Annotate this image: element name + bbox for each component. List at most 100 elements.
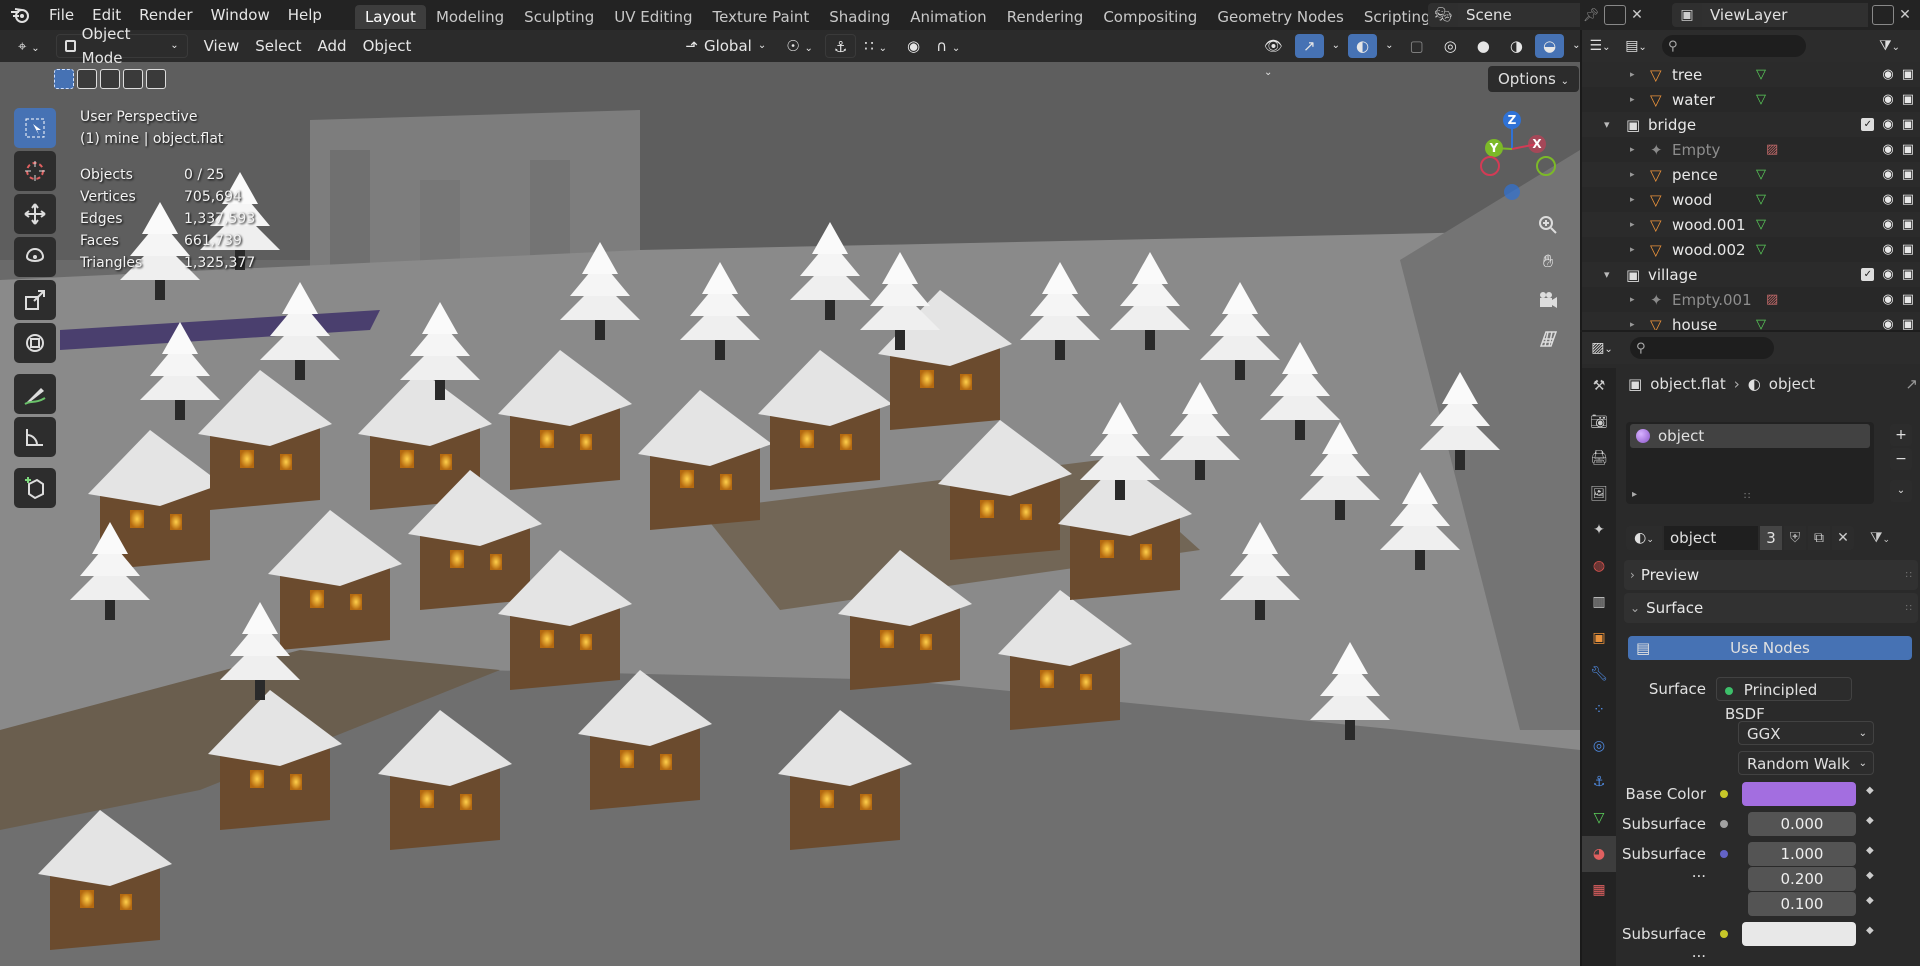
- select-box-intersect-icon[interactable]: [146, 69, 166, 89]
- remove-slot-button[interactable]: −: [1890, 448, 1912, 470]
- add-slot-button[interactable]: +: [1890, 424, 1912, 446]
- surface-panel-header[interactable]: ⌄ Surface ∷: [1624, 593, 1918, 623]
- particles-tab-icon[interactable]: ⁘: [1582, 692, 1616, 728]
- number-field[interactable]: 1.000: [1748, 842, 1856, 866]
- outliner-row-empty[interactable]: ▸ ✦ Empty ▨ ◉ ▣: [1582, 137, 1920, 162]
- pin-icon[interactable]: 📌︎: [1580, 8, 1602, 23]
- outliner-row-bridge[interactable]: ▾ ▣ bridge ✓ ◉ ▣: [1582, 112, 1920, 137]
- outliner-editor-type-icon[interactable]: ☰⌄: [1582, 38, 1618, 54]
- animate-property-icon[interactable]: ◆: [1866, 815, 1874, 826]
- eye-icon[interactable]: ◉: [1882, 192, 1893, 207]
- material-name-field[interactable]: object: [1664, 526, 1758, 550]
- mode-dropdown[interactable]: Object Mode ⌄: [55, 25, 188, 67]
- chevron-down-icon[interactable]: ▾: [1604, 118, 1610, 131]
- gizmo-toggle-icon[interactable]: ↗: [1295, 34, 1324, 58]
- new-view-layer-icon[interactable]: [1872, 5, 1894, 25]
- object-tab-icon[interactable]: ▣: [1582, 620, 1616, 656]
- tab-modeling[interactable]: Modeling: [426, 5, 514, 29]
- expand-arrow-icon[interactable]: ▸: [1630, 170, 1635, 180]
- navigation-gizmo[interactable]: Z X Y: [1462, 104, 1562, 204]
- eye-icon[interactable]: ◉: [1882, 142, 1893, 157]
- tab-sculpting[interactable]: Sculpting: [514, 5, 604, 29]
- exclude-checkbox[interactable]: ✓: [1861, 118, 1875, 131]
- xray-toggle-icon[interactable]: ▢: [1402, 34, 1432, 58]
- slot-specials-button[interactable]: ⌄: [1890, 480, 1912, 502]
- eye-icon[interactable]: ◉: [1882, 242, 1893, 257]
- number-field[interactable]: 0.000: [1748, 812, 1856, 836]
- shading-dropdown-icon[interactable]: ⌄: [1568, 34, 1584, 58]
- drag-handle-icon[interactable]: ∷: [1906, 570, 1912, 581]
- outliner-search-input[interactable]: ⚲: [1662, 35, 1806, 57]
- render-tab-icon[interactable]: 📷︎: [1582, 404, 1616, 440]
- transform-orientation-dropdown[interactable]: ⬏ Global ⌄: [677, 34, 774, 58]
- unlink-material-icon[interactable]: ✕: [1832, 526, 1854, 550]
- number-field[interactable]: 0.200: [1748, 867, 1856, 891]
- camera-icon[interactable]: ▣: [1902, 242, 1914, 257]
- delete-view-layer-icon[interactable]: ✕: [1894, 7, 1916, 23]
- cursor-tool-icon[interactable]: [14, 151, 56, 191]
- eye-icon[interactable]: ◉: [1882, 292, 1893, 307]
- snap-toggle-icon[interactable]: ⚓: [824, 34, 857, 58]
- options-dropdown[interactable]: Options ⌄: [1488, 66, 1580, 92]
- surface-shader-dropdown[interactable]: Principled BSDF: [1716, 677, 1852, 723]
- chevron-down-icon[interactable]: ▾: [1604, 268, 1610, 281]
- scale-tool-icon[interactable]: [14, 280, 56, 320]
- outliner-row-wood[interactable]: ▸ ▽ wood ▽ ◉ ▣: [1582, 187, 1920, 212]
- delete-scene-icon[interactable]: ✕: [1626, 7, 1648, 23]
- outliner-row-pence[interactable]: ▸ ▽ pence ▽ ◉ ▣: [1582, 162, 1920, 187]
- expand-arrow-icon[interactable]: ▸: [1630, 95, 1635, 105]
- expand-arrow-icon[interactable]: ▸: [1630, 220, 1635, 230]
- menu-select[interactable]: Select: [247, 34, 309, 58]
- eye-icon[interactable]: ◉: [1882, 217, 1893, 232]
- collection-tab-icon[interactable]: ▥: [1582, 584, 1616, 620]
- world-tab-icon[interactable]: ◍: [1582, 548, 1616, 584]
- expand-arrow-icon[interactable]: ▸: [1630, 70, 1635, 80]
- material-tab-icon[interactable]: ◕: [1582, 836, 1616, 872]
- expand-arrow-icon[interactable]: ▸: [1630, 295, 1635, 305]
- visibility-icon[interactable]: 👁︎ ⌄: [1256, 34, 1291, 78]
- resize-handle-icon[interactable]: ∷: [1744, 491, 1750, 502]
- camera-icon[interactable]: ▣: [1902, 192, 1914, 207]
- outliner-row-tree[interactable]: ▸ ▽ tree ▽ ◉ ▣: [1582, 62, 1920, 87]
- solid-shading-icon[interactable]: ●: [1469, 34, 1498, 58]
- user-count[interactable]: 3: [1760, 526, 1782, 550]
- overlay-toggle-icon[interactable]: ◐: [1348, 34, 1378, 58]
- overlay-dropdown-icon[interactable]: ⌄: [1381, 34, 1397, 58]
- animate-property-icon[interactable]: ◆: [1866, 925, 1874, 936]
- expand-arrow-icon[interactable]: ▸: [1630, 245, 1635, 255]
- outliner-row-house[interactable]: ▸ ▽ house ▽ ◉ ▣: [1582, 312, 1920, 330]
- scene-tab-icon[interactable]: ✦: [1582, 512, 1616, 548]
- properties-editor-type-icon[interactable]: ▨⌄: [1582, 340, 1622, 356]
- scene-name[interactable]: Scene: [1458, 3, 1580, 27]
- menu-window[interactable]: Window: [202, 0, 279, 30]
- snap-target-button[interactable]: ∷ ⌄: [856, 34, 895, 58]
- socket-dot-icon[interactable]: [1720, 790, 1728, 798]
- eye-icon[interactable]: ◉: [1882, 317, 1893, 330]
- data-tab-icon[interactable]: ▽: [1582, 800, 1616, 836]
- subsurface-method-dropdown[interactable]: Random Walk ⌄: [1738, 751, 1874, 775]
- expand-arrow-icon[interactable]: ▸: [1632, 489, 1637, 500]
- tab-compositing[interactable]: Compositing: [1093, 5, 1207, 29]
- pin-icon[interactable]: ↗: [1905, 375, 1918, 393]
- view-layer-name[interactable]: ViewLayer: [1702, 3, 1868, 27]
- view-layer-selector[interactable]: ▣ ViewLayer ✕: [1672, 3, 1916, 27]
- tab-layout[interactable]: Layout: [354, 5, 426, 29]
- new-scene-icon[interactable]: [1604, 5, 1626, 25]
- duplicate-material-icon[interactable]: ⧉: [1808, 526, 1830, 550]
- select-box-extend-icon[interactable]: [77, 69, 97, 89]
- tool-tab-icon[interactable]: ⚒: [1582, 368, 1616, 404]
- gizmo-dropdown-icon[interactable]: ⌄: [1328, 34, 1344, 58]
- blender-logo-icon[interactable]: [0, 0, 40, 30]
- menu-help[interactable]: Help: [279, 0, 331, 30]
- camera-icon[interactable]: ▣: [1902, 167, 1914, 182]
- annotate-tool-icon[interactable]: [14, 374, 56, 414]
- menu-file[interactable]: File: [40, 0, 83, 30]
- socket-dot-icon[interactable]: [1720, 820, 1728, 828]
- wireframe-shading-icon[interactable]: ◎: [1436, 34, 1465, 58]
- color-swatch[interactable]: [1742, 922, 1856, 946]
- select-box-new-icon[interactable]: [54, 69, 74, 89]
- eye-icon[interactable]: ◉: [1882, 67, 1893, 82]
- camera-icon[interactable]: ▣: [1902, 217, 1914, 232]
- browse-material-icon[interactable]: ◐⌄: [1626, 526, 1662, 550]
- drag-handle-icon[interactable]: ∷: [1906, 603, 1912, 614]
